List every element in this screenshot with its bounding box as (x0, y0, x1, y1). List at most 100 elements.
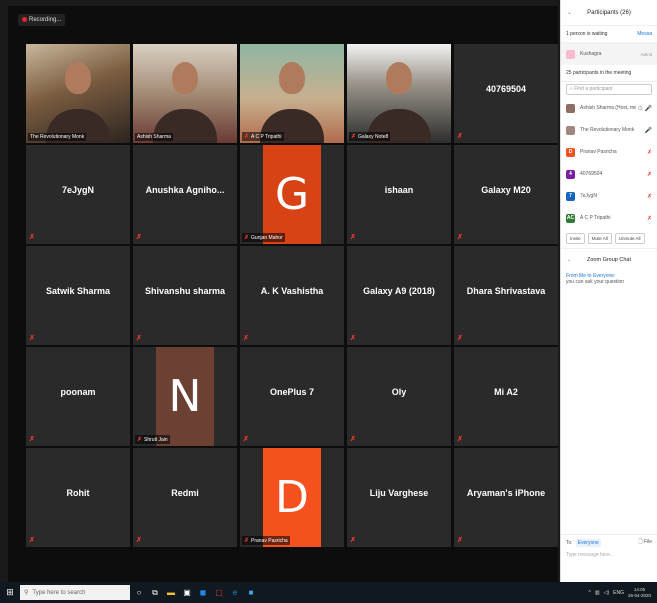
mute-all-button[interactable]: Mute All (587, 233, 612, 244)
video-tile-shruti[interactable]: N ✗ Shruti Jain (133, 347, 237, 446)
video-tile-oneplus7[interactable]: OnePlus 7 ✗ (240, 347, 344, 446)
edge-icon[interactable]: e (228, 582, 242, 603)
mic-status-icon[interactable]: ✗ (647, 149, 652, 156)
participant-name: Shivanshu sharma (144, 286, 226, 296)
mic-status-icon[interactable]: ✗ (647, 193, 652, 200)
mic-status-icon[interactable]: ⊙ 🎤 (638, 105, 652, 112)
avatar (566, 49, 575, 59)
recipient-select[interactable]: Everyone (575, 539, 601, 547)
windows-logo-icon: ⊞ (6, 587, 14, 597)
zoom-icon[interactable]: ■ (244, 582, 258, 603)
video-tile-rohit[interactable]: Rohit ✗ (26, 448, 130, 547)
video-tile-pranav[interactable]: D ✗ Pranav Pasricha (240, 448, 344, 547)
muted-mic-icon: ✗ (244, 235, 250, 241)
video-tile-satwik[interactable]: Satwik Sharma ✗ (26, 246, 130, 345)
avatar (566, 125, 575, 135)
message-all-link[interactable]: Messa (637, 31, 652, 37)
video-tile-7eJygN[interactable]: 7eJygN ✗ (26, 145, 130, 244)
video-tile-galaxy-a9[interactable]: Galaxy A9 (2018) ✗ (347, 246, 451, 345)
volume-icon[interactable]: ◁) (604, 590, 610, 596)
mic-status-icon[interactable]: ✗ (647, 215, 652, 222)
participant-name: Galaxy Note8 (358, 134, 389, 140)
store-icon[interactable]: ▣ (180, 582, 194, 603)
muted-mic-icon: ✗ (29, 537, 35, 544)
chevron-down-icon[interactable]: ⌄ (567, 9, 572, 16)
language-indicator[interactable]: ENG (613, 590, 624, 596)
video-tile-shivanshu[interactable]: Shivanshu sharma ✗ (133, 246, 237, 345)
video-tile-lijju[interactable]: Liju Varghese ✗ (347, 448, 451, 547)
panel-header: ⌄ Participants (26) (561, 0, 657, 26)
participant-name: Satwik Sharma (45, 286, 111, 296)
file-explorer-icon[interactable]: ▬ (164, 582, 178, 603)
chat-header: ⌄ Zoom Group Chat (561, 248, 657, 270)
video-tile-ishaan[interactable]: ishaan ✗ (347, 145, 451, 244)
participant-row[interactable]: 7 7eJygN ✗ (561, 185, 657, 207)
video-tile-redmi[interactable]: Redmi ✗ (133, 448, 237, 547)
video-tile-ashish-sharma[interactable]: Ashish Sharma (133, 44, 237, 143)
video-tile-vashistha[interactable]: A. K Vashistha ✗ (240, 246, 344, 345)
chevron-down-icon[interactable]: ⌄ (567, 257, 572, 263)
participant-grid: The Revolutionary Monk Ashish Sharma ✗ A C … (26, 44, 560, 550)
video-tile-revolutionary-monk[interactable]: The Revolutionary Monk (26, 44, 130, 143)
admit-button[interactable]: Admit (640, 52, 652, 57)
participant-name: Dhara Shrivastava (466, 286, 546, 296)
video-tile-mi-a2[interactable]: Mi A2 ✗ (454, 347, 558, 446)
avatar: AC (566, 213, 575, 223)
video-tile-acp-tripathi[interactable]: ✗ A C P Tripathi (240, 44, 344, 143)
office-icon[interactable]: ▢ (212, 582, 226, 603)
video-tile-oly[interactable]: Oly ✗ (347, 347, 451, 446)
participant-row[interactable]: D Pranav Pasricha ✗ (561, 141, 657, 163)
chat-message: you can ask your question (566, 279, 625, 285)
avatar: G (263, 145, 321, 244)
video-tile-anushka[interactable]: Anushka Agniho... ✗ (133, 145, 237, 244)
taskbar-search[interactable]: ⚲ Type here to search (20, 585, 130, 600)
recording-indicator[interactable]: Recording... (18, 14, 66, 26)
network-icon[interactable]: ▥ (595, 590, 600, 596)
muted-mic-icon: ✗ (137, 437, 143, 443)
participant-actions: Invite Mute All Unmute All (561, 229, 657, 248)
start-button[interactable]: ⊞ (0, 582, 20, 603)
video-tile-dhara[interactable]: Dhara Shrivastava ✗ (454, 246, 558, 345)
waiting-person-name: Kushagra (580, 51, 602, 57)
invite-button[interactable]: Invite (566, 233, 585, 244)
participant-name: Anushka Agniho... (145, 185, 225, 195)
muted-mic-icon: ✗ (243, 335, 249, 342)
participant-row[interactable]: 4 40769504 ✗ (561, 163, 657, 185)
video-tile-aryaman[interactable]: Aryaman's iPhone ✗ (454, 448, 558, 547)
muted-mic-icon: ✗ (457, 133, 463, 140)
participant-name: Galaxy A9 (2018) (363, 286, 435, 296)
video-tile-poonam[interactable]: poonam ✗ (26, 347, 130, 446)
participant-name: ishaan (384, 185, 414, 195)
video-tile-galaxy-note[interactable]: ✗ Galaxy Note8 (347, 44, 451, 143)
person-silhouette (279, 62, 305, 94)
chat-input[interactable]: Type message here... (566, 552, 652, 558)
cortana-icon[interactable]: ○ (132, 582, 146, 603)
video-tile-galaxy-m20[interactable]: Galaxy M20 ✗ (454, 145, 558, 244)
chat-body: From Me to Everyone: you can ask your qu… (561, 270, 657, 288)
find-participant-input[interactable]: ⌕ Find a participant (566, 84, 652, 95)
participant-row[interactable]: AC A C P Tripathi ✗ (561, 207, 657, 229)
participant-name: Ashish Sharma (Host, me) (580, 105, 636, 111)
muted-mic-icon: ✗ (350, 234, 356, 241)
task-view-icon[interactable]: ⧉ (148, 582, 162, 603)
participant-row[interactable]: The Revolutionary Monk 🎤 (561, 119, 657, 141)
person-silhouette (172, 62, 198, 94)
camera-feed (347, 44, 451, 143)
unmute-all-button[interactable]: Unmute All (614, 233, 645, 244)
muted-mic-icon: ✗ (457, 234, 463, 241)
app-icon[interactable]: ◼ (196, 582, 210, 603)
video-tile-40769504[interactable]: 40769504 ✗ (454, 44, 558, 143)
waiting-person-row[interactable]: Kushagra Admit (561, 43, 657, 65)
chevron-up-icon[interactable]: ^ (589, 590, 591, 596)
mic-status-icon[interactable]: 🎤 (645, 127, 652, 134)
participant-name: The Revolutionary Monk (30, 134, 85, 140)
mic-status-icon[interactable]: ✗ (647, 171, 652, 178)
participant-row[interactable]: Ashish Sharma (Host, me) ⊙ 🎤 (561, 97, 657, 119)
participant-name: Redmi (171, 488, 199, 498)
person-silhouette (386, 62, 412, 94)
file-button[interactable]: 🗋 File (639, 539, 652, 547)
clock[interactable]: 14:05 26-04-2020 (628, 587, 651, 599)
video-tile-gunjan[interactable]: G ✗ Gunjan Mahor (240, 145, 344, 244)
nameplate: ✗ Gunjan Mahor (242, 233, 285, 242)
participant-name: Mi A2 (494, 387, 518, 397)
